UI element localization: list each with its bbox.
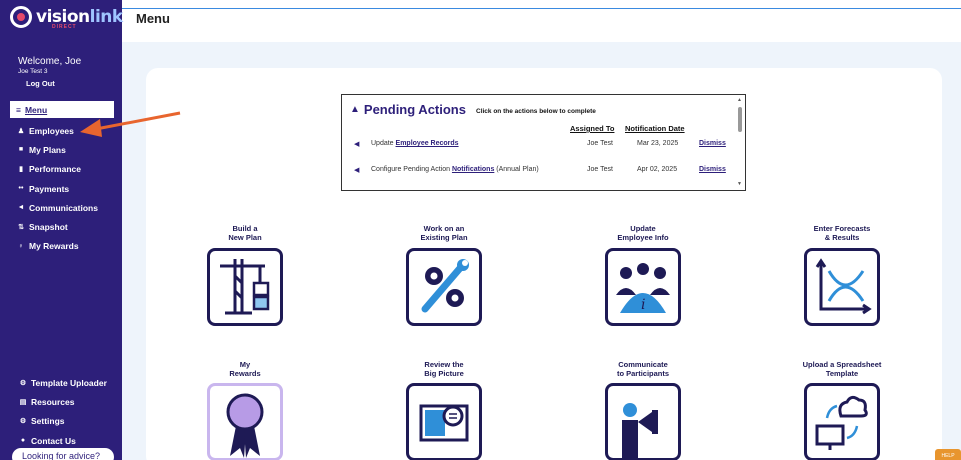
annotation-arrow xyxy=(80,111,181,137)
help-tab[interactable]: HELP xyxy=(935,449,961,460)
